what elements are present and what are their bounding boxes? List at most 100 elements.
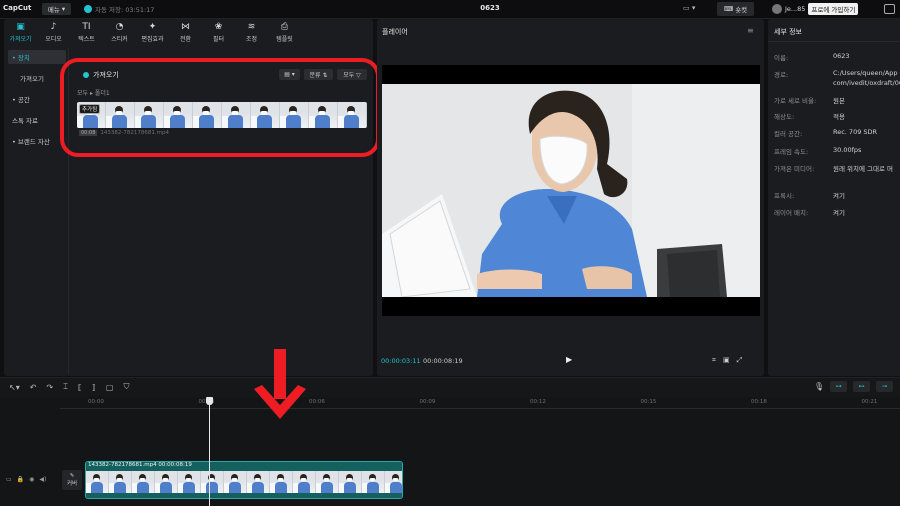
- detail-row: 가로 세로 비율: 원본: [774, 95, 900, 105]
- thumbnail-frame: [178, 471, 201, 493]
- undo-icon[interactable]: ↶: [30, 383, 37, 392]
- player-title: 플레이어: [382, 28, 408, 36]
- tab-tool-8[interactable]: ⎙ 템플릿: [268, 19, 301, 45]
- detail-label: 가로 세로 비율:: [774, 97, 817, 105]
- layout-icon[interactable]: ▭ ▾: [683, 4, 695, 12]
- tool-tab-label: 텍스트: [78, 36, 95, 43]
- snap-icon[interactable]: ⊷: [853, 381, 871, 392]
- detail-label: 레이어 배치:: [774, 209, 809, 217]
- tick-label: 00:12: [530, 399, 546, 405]
- tool-tab-label: 스티커: [111, 36, 128, 43]
- timeline-toolbar: [0, 377, 900, 397]
- sidebar-item-2[interactable]: • 공간: [8, 92, 66, 106]
- player-tools: ⌗ ▣ ⤢: [712, 356, 742, 365]
- avatar[interactable]: [772, 4, 782, 14]
- detail-label: 프록시:: [774, 192, 795, 200]
- tool-tab-label: 템플릿: [276, 36, 293, 43]
- thumbnail-frame: [339, 471, 362, 493]
- tool-tab-icon: ▣: [16, 22, 25, 32]
- thumbnail-frame: [224, 471, 247, 493]
- autosave-icon: [84, 5, 92, 13]
- user-name[interactable]: Je...85: [785, 5, 805, 13]
- detail-value: 켜기: [833, 209, 845, 217]
- user-area: Je...85 프로에 가입하기: [772, 3, 859, 15]
- exit-icon[interactable]: [884, 4, 895, 14]
- tab-tool-6[interactable]: ❀ 필터: [202, 19, 235, 45]
- thumbnail-frame: [247, 471, 270, 493]
- split-icon[interactable]: ⌶: [63, 382, 68, 392]
- thumbnail-frame: [316, 471, 339, 493]
- tool-tab-icon: ⋈: [181, 22, 190, 32]
- sidebar-item-3[interactable]: 스톡 자료: [8, 113, 66, 127]
- sidebar-item-1[interactable]: 가져오기: [8, 71, 66, 85]
- preview-axis-icon[interactable]: ⊸: [876, 381, 894, 392]
- tool-tab-icon: ✦: [148, 22, 157, 32]
- fullscreen-icon[interactable]: ⤢: [737, 356, 743, 365]
- menu-button[interactable]: 메뉴 ▾: [42, 3, 71, 15]
- audio-icon[interactable]: ◀): [39, 476, 46, 483]
- detail-value: Rec. 709 SDR: [833, 128, 878, 136]
- tab-tool-7[interactable]: ≋ 조정: [235, 19, 268, 45]
- cursor-icon[interactable]: ↖▾: [9, 383, 20, 392]
- timeline-right-tools: 🎙 ⊶ ⊷ ⊸: [814, 381, 894, 392]
- detail-value: 원본: [833, 97, 845, 105]
- tool-tab-label: 편집효과: [141, 36, 164, 43]
- split-left-icon[interactable]: ⟦: [78, 383, 82, 392]
- detail-label: 컬러 공간:: [774, 130, 803, 138]
- sidebar-item-0[interactable]: • 장치: [8, 50, 66, 64]
- detail-label: 이름:: [774, 54, 789, 62]
- split-right-icon[interactable]: ⟧: [92, 383, 96, 392]
- detail-title: 세부 정보: [774, 28, 802, 36]
- tab-tool-4[interactable]: ✦ 편집효과: [136, 19, 169, 45]
- lock-icon[interactable]: 🔒: [17, 476, 24, 483]
- tool-tab-label: 가져오기: [9, 36, 32, 43]
- menu-label: 메뉴: [47, 6, 60, 14]
- playhead-handle[interactable]: [206, 397, 213, 405]
- tool-tab-label: 오디오: [45, 36, 62, 43]
- project-title: 0623: [480, 4, 500, 12]
- mic-icon[interactable]: 🎙: [814, 382, 824, 391]
- tool-tabs: ▣ 가져오기 ♪ 오디오 TI 텍스트 ◔ 스티커 ✦ 편집효과 ⋈ 전환 ❀ 필터 ≋ 조정 ⎙ 템플릿: [4, 19, 373, 45]
- thumbnail-frame: [385, 471, 402, 493]
- autosave-text: 자동 저장: 03:51:17: [95, 6, 155, 14]
- detail-row: 해상도: 적용: [774, 111, 900, 121]
- play-icon[interactable]: ▶: [566, 355, 572, 364]
- link-icon[interactable]: ⊶: [830, 381, 848, 392]
- thumbnail-frame: [270, 471, 293, 493]
- join-pro-button[interactable]: 프로에 가입하기: [808, 3, 859, 15]
- tab-tool-0[interactable]: ▣ 가져오기: [4, 19, 37, 45]
- detail-value: 켜기: [833, 192, 845, 200]
- tab-tool-5[interactable]: ⋈ 전환: [169, 19, 202, 45]
- redo-icon[interactable]: ↷: [46, 383, 53, 392]
- player-menu-icon[interactable]: ≡: [747, 26, 754, 35]
- tab-tool-1[interactable]: ♪ 오디오: [37, 19, 70, 45]
- timeline-ruler[interactable]: [60, 397, 900, 409]
- playhead-line[interactable]: [209, 403, 210, 506]
- eye-icon[interactable]: ◉: [29, 476, 34, 483]
- ratio-icon[interactable]: ▣: [723, 356, 730, 365]
- tool-tab-icon: ◔: [115, 22, 124, 32]
- detail-value: com/ivedit/oxdraft/06: [833, 79, 900, 87]
- thumbnail-frame: [86, 471, 109, 493]
- tool-tab-label: 조정: [245, 36, 258, 43]
- time-current: 00:00:03:11: [381, 357, 421, 365]
- cover-label: 커버: [66, 481, 78, 487]
- shield-icon[interactable]: ⛉: [123, 382, 129, 392]
- snapshot-icon[interactable]: ⌗: [712, 356, 716, 365]
- autosave-status: 자동 저장: 03:51:17: [84, 4, 154, 14]
- thumbnail-frame: [132, 471, 155, 493]
- detail-label: 해상도:: [774, 113, 795, 121]
- detail-value: 원래 위치에 그대로 머: [833, 165, 894, 173]
- detail-divider: [768, 41, 900, 42]
- video-frame[interactable]: [382, 84, 760, 297]
- delete-icon[interactable]: ▢: [106, 383, 114, 392]
- sidebar-item-4[interactable]: • 브랜드 자산: [8, 134, 66, 148]
- detail-value: 0623: [833, 52, 850, 60]
- shortcut-button[interactable]: ⌨ 숏컷: [717, 2, 754, 16]
- cover-button[interactable]: ✎ 커버: [62, 470, 82, 490]
- nurse-video-image: [382, 84, 760, 297]
- track-select-icon[interactable]: ▭: [6, 476, 12, 483]
- thumbnail-frame: [362, 471, 385, 493]
- tab-tool-3[interactable]: ◔ 스티커: [103, 19, 136, 45]
- tab-tool-2[interactable]: TI 텍스트: [70, 19, 103, 45]
